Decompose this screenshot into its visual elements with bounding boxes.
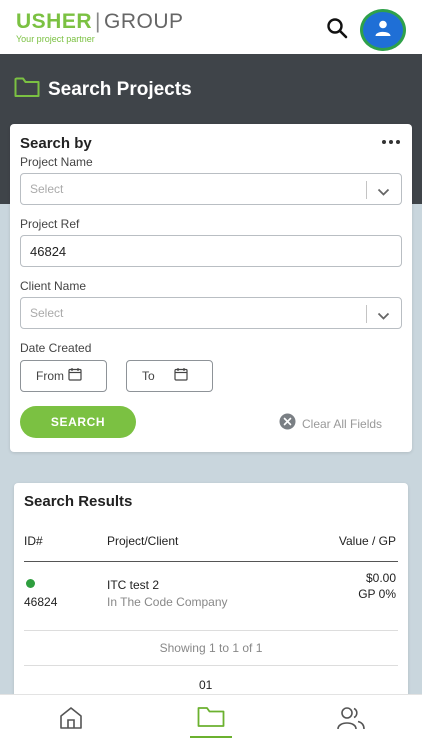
folder-icon [197,707,225,733]
date-created-label: Date Created [20,341,92,355]
search-card-title: Search by [20,135,92,152]
row-value: $0.00 [365,571,396,585]
page-title: Search Projects [14,76,192,103]
project-ref-value: 46824 [30,244,67,259]
active-tab-indicator [190,736,232,738]
client-name-select[interactable]: Select [20,297,402,329]
project-ref-input[interactable]: 46824 [20,235,402,267]
search-icon[interactable] [325,16,349,40]
search-form-card: Search by Project Name Select Project Re… [10,124,412,452]
logo-brand-primary: USHER [16,10,93,33]
home-icon [58,707,84,735]
clear-all-fields-label: Clear All Fields [302,417,383,431]
page-title-text: Search Projects [48,78,192,100]
results-title: Search Results [24,493,133,510]
project-ref-label: Project Ref [20,217,80,231]
header-divider [24,561,398,562]
column-header-project: Project/Client [107,534,179,548]
folder-icon [14,76,40,103]
status-dot [26,579,35,588]
user-avatar-button[interactable] [360,9,406,51]
usher-group-logo[interactable]: USHER | GROUP Your project partner [16,10,184,44]
nav-contacts[interactable] [336,705,366,736]
select-divider [366,305,367,323]
row-id: 46824 [24,595,58,609]
row-project: ITC test 2 [107,578,160,592]
select-divider [366,181,367,199]
project-name-label: Project Name [20,155,93,169]
results-count: Showing 1 to 1 of 1 [159,641,263,655]
chevron-down-icon[interactable] [377,184,390,202]
date-to-button[interactable]: To [126,360,213,392]
project-name-placeholder: Select [30,182,64,196]
more-options-icon[interactable] [382,140,400,144]
column-header-id: ID# [24,534,43,548]
date-from-label: From [36,369,64,383]
client-name-label: Client Name [20,279,87,293]
column-header-value: Value / GP [338,534,396,548]
top-bar: USHER | GROUP Your project partner [0,0,422,54]
calendar-icon [174,367,188,386]
nav-projects[interactable] [197,705,225,734]
client-name-placeholder: Select [30,306,64,320]
nav-home[interactable] [58,705,84,736]
logo-brand-secondary: GROUP [103,10,184,33]
clear-icon [279,413,296,435]
pagination-page[interactable]: 01 [199,678,212,692]
calendar-icon [68,367,82,386]
date-from-button[interactable]: From [20,360,107,392]
pagination-divider [24,665,398,666]
date-to-label: To [142,369,155,383]
row-client: In The Code Company [107,595,228,609]
users-icon [336,707,366,735]
search-button[interactable]: SEARCH [20,406,136,438]
bottom-navigation [0,694,422,750]
row-gp: GP 0% [358,587,396,601]
chevron-down-icon[interactable] [377,308,390,326]
logo-tagline: Your project partner [16,34,95,44]
project-name-select[interactable]: Select [20,173,402,205]
logo-separator: | [95,10,101,33]
clear-all-fields-button[interactable]: Clear All Fields [279,413,382,435]
user-icon [374,19,392,42]
row-divider [24,630,398,631]
